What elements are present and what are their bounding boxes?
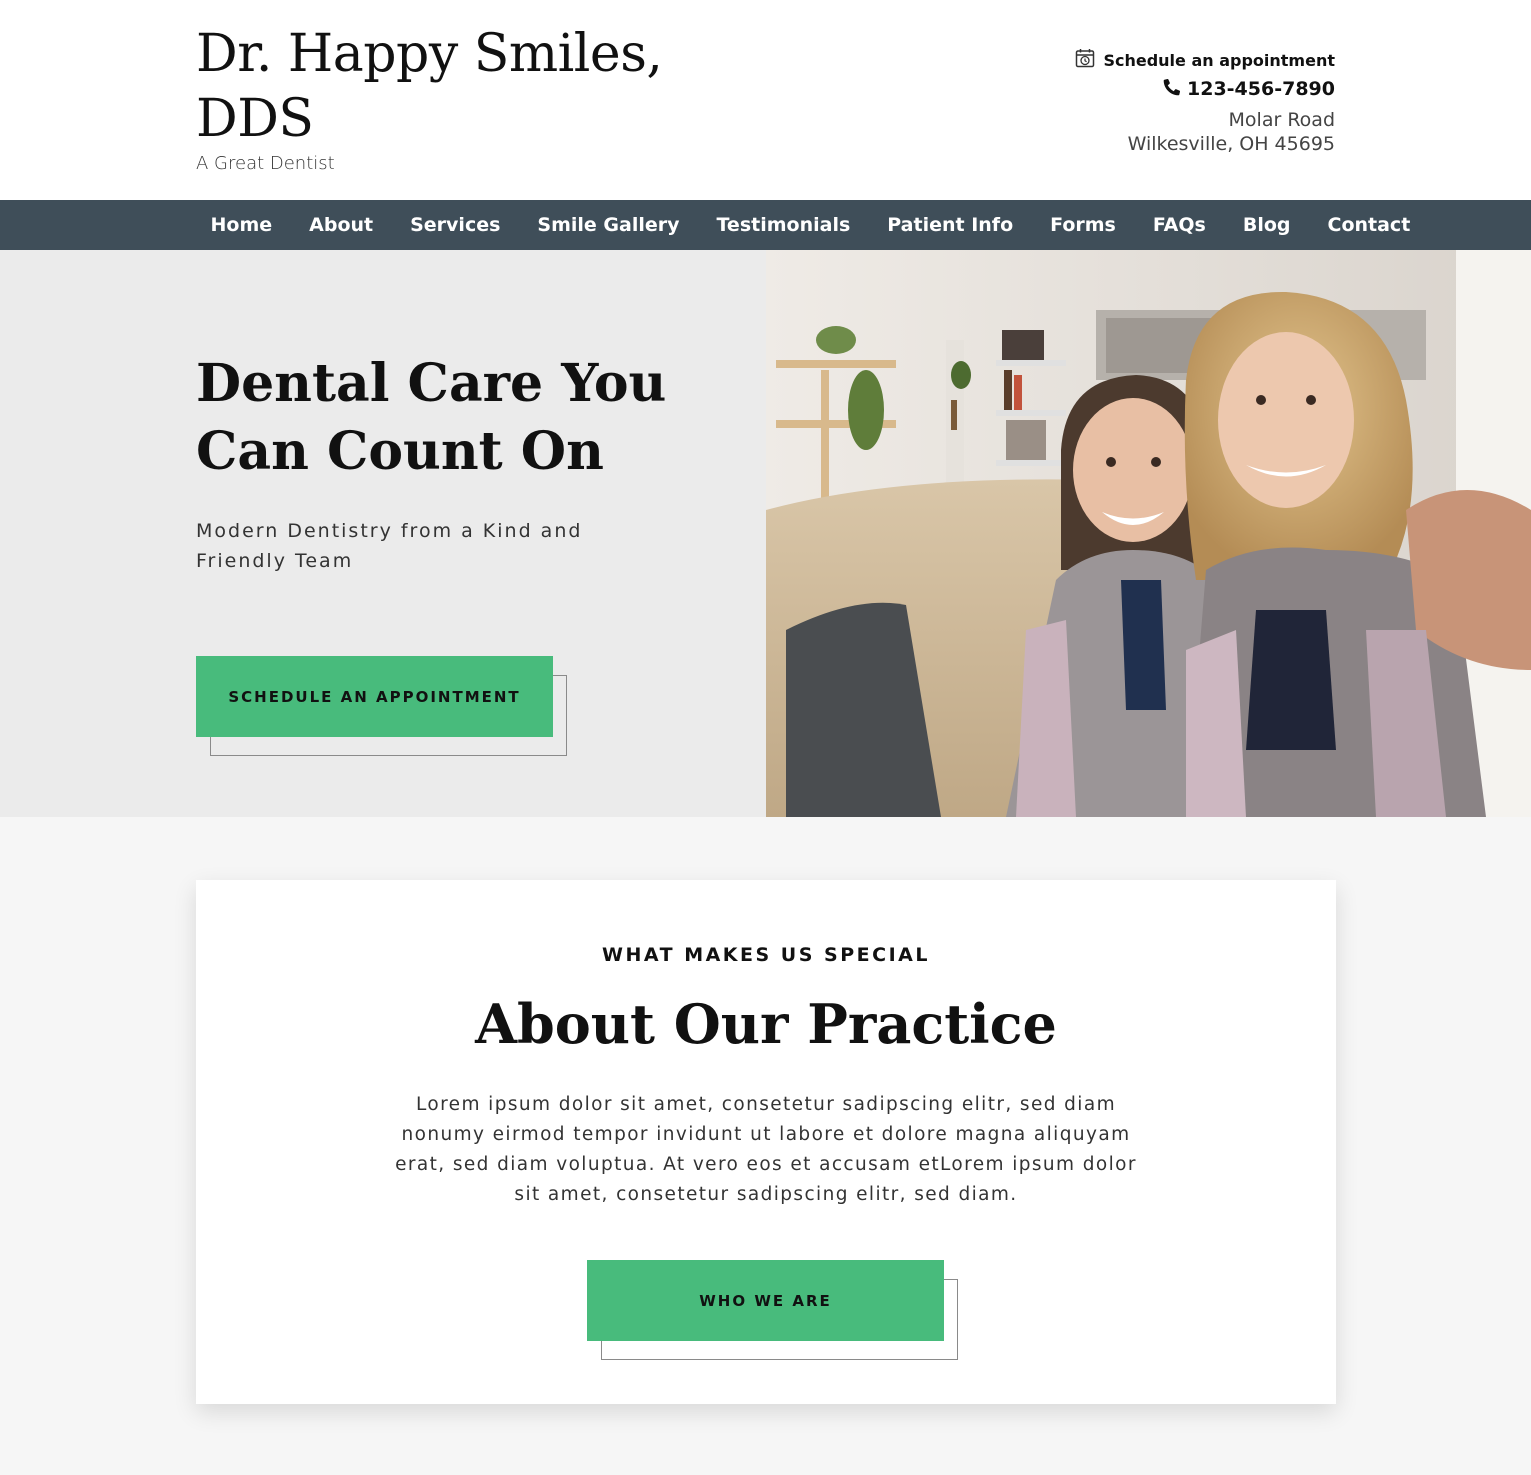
mother-daughter-photo [766, 250, 1531, 817]
nav-item-faqs[interactable]: FAQs [1134, 200, 1224, 250]
schedule-appointment-button[interactable]: SCHEDULE AN APPOINTMENT [196, 656, 553, 737]
nav-item-forms[interactable]: Forms [1032, 200, 1135, 250]
schedule-appointment-label: Schedule an appointment [1103, 50, 1335, 70]
nav-item-blog[interactable]: Blog [1224, 200, 1309, 250]
hero-section: Dental Care You Can Count On Modern Dent… [0, 250, 1531, 817]
nav-item-testimonials[interactable]: Testimonials [698, 200, 869, 250]
phone-icon [1163, 78, 1181, 101]
about-title: About Our Practice [475, 992, 1057, 1056]
site-header: Dr. Happy Smiles, DDS A Great Dentist Sc… [0, 0, 1531, 200]
nav-item-about[interactable]: About [291, 200, 392, 250]
about-eyebrow: WHAT MAKES US SPECIAL [602, 944, 930, 966]
nav-item-services[interactable]: Services [392, 200, 519, 250]
hero-subtitle: Modern Dentistry from a Kind and Friendl… [196, 520, 583, 572]
schedule-appointment-link[interactable]: Schedule an appointment [1075, 48, 1335, 72]
phone-number: 123-456-7890 [1187, 78, 1335, 100]
nav-item-contact[interactable]: Contact [1309, 200, 1429, 250]
address-line-2: Wilkesville, OH 45695 [1127, 133, 1335, 155]
about-body: Lorem ipsum dolor sit amet, consetetur s… [395, 1094, 1137, 1205]
nav-item-smile-gallery[interactable]: Smile Gallery [519, 200, 698, 250]
about-button-wrapper: WHO WE ARE [587, 1260, 958, 1360]
nav-item-home[interactable]: Home [192, 200, 291, 250]
hero-button-wrapper: SCHEDULE AN APPOINTMENT [196, 656, 567, 756]
header-contact: Schedule an appointment 123-456-7890 Mol… [1075, 48, 1335, 156]
hero-photo [766, 250, 1531, 817]
address: Molar Road Wilkesville, OH 45695 [1075, 108, 1335, 156]
address-line-1: Molar Road [1228, 109, 1335, 131]
calendar-clock-icon [1075, 48, 1095, 72]
about-section: WHAT MAKES US SPECIAL About Our Practice… [196, 880, 1336, 1404]
hero-title: Dental Care You Can Count On [196, 353, 667, 482]
main-navigation: Home About Services Smile Gallery Testim… [0, 200, 1531, 250]
phone-link[interactable]: 123-456-7890 [1075, 76, 1335, 102]
nav-item-patient-info[interactable]: Patient Info [869, 200, 1032, 250]
site-title[interactable]: Dr. Happy Smiles, DDS [196, 22, 756, 152]
who-we-are-button[interactable]: WHO WE ARE [587, 1260, 944, 1341]
site-tagline: A Great Dentist [196, 153, 335, 174]
